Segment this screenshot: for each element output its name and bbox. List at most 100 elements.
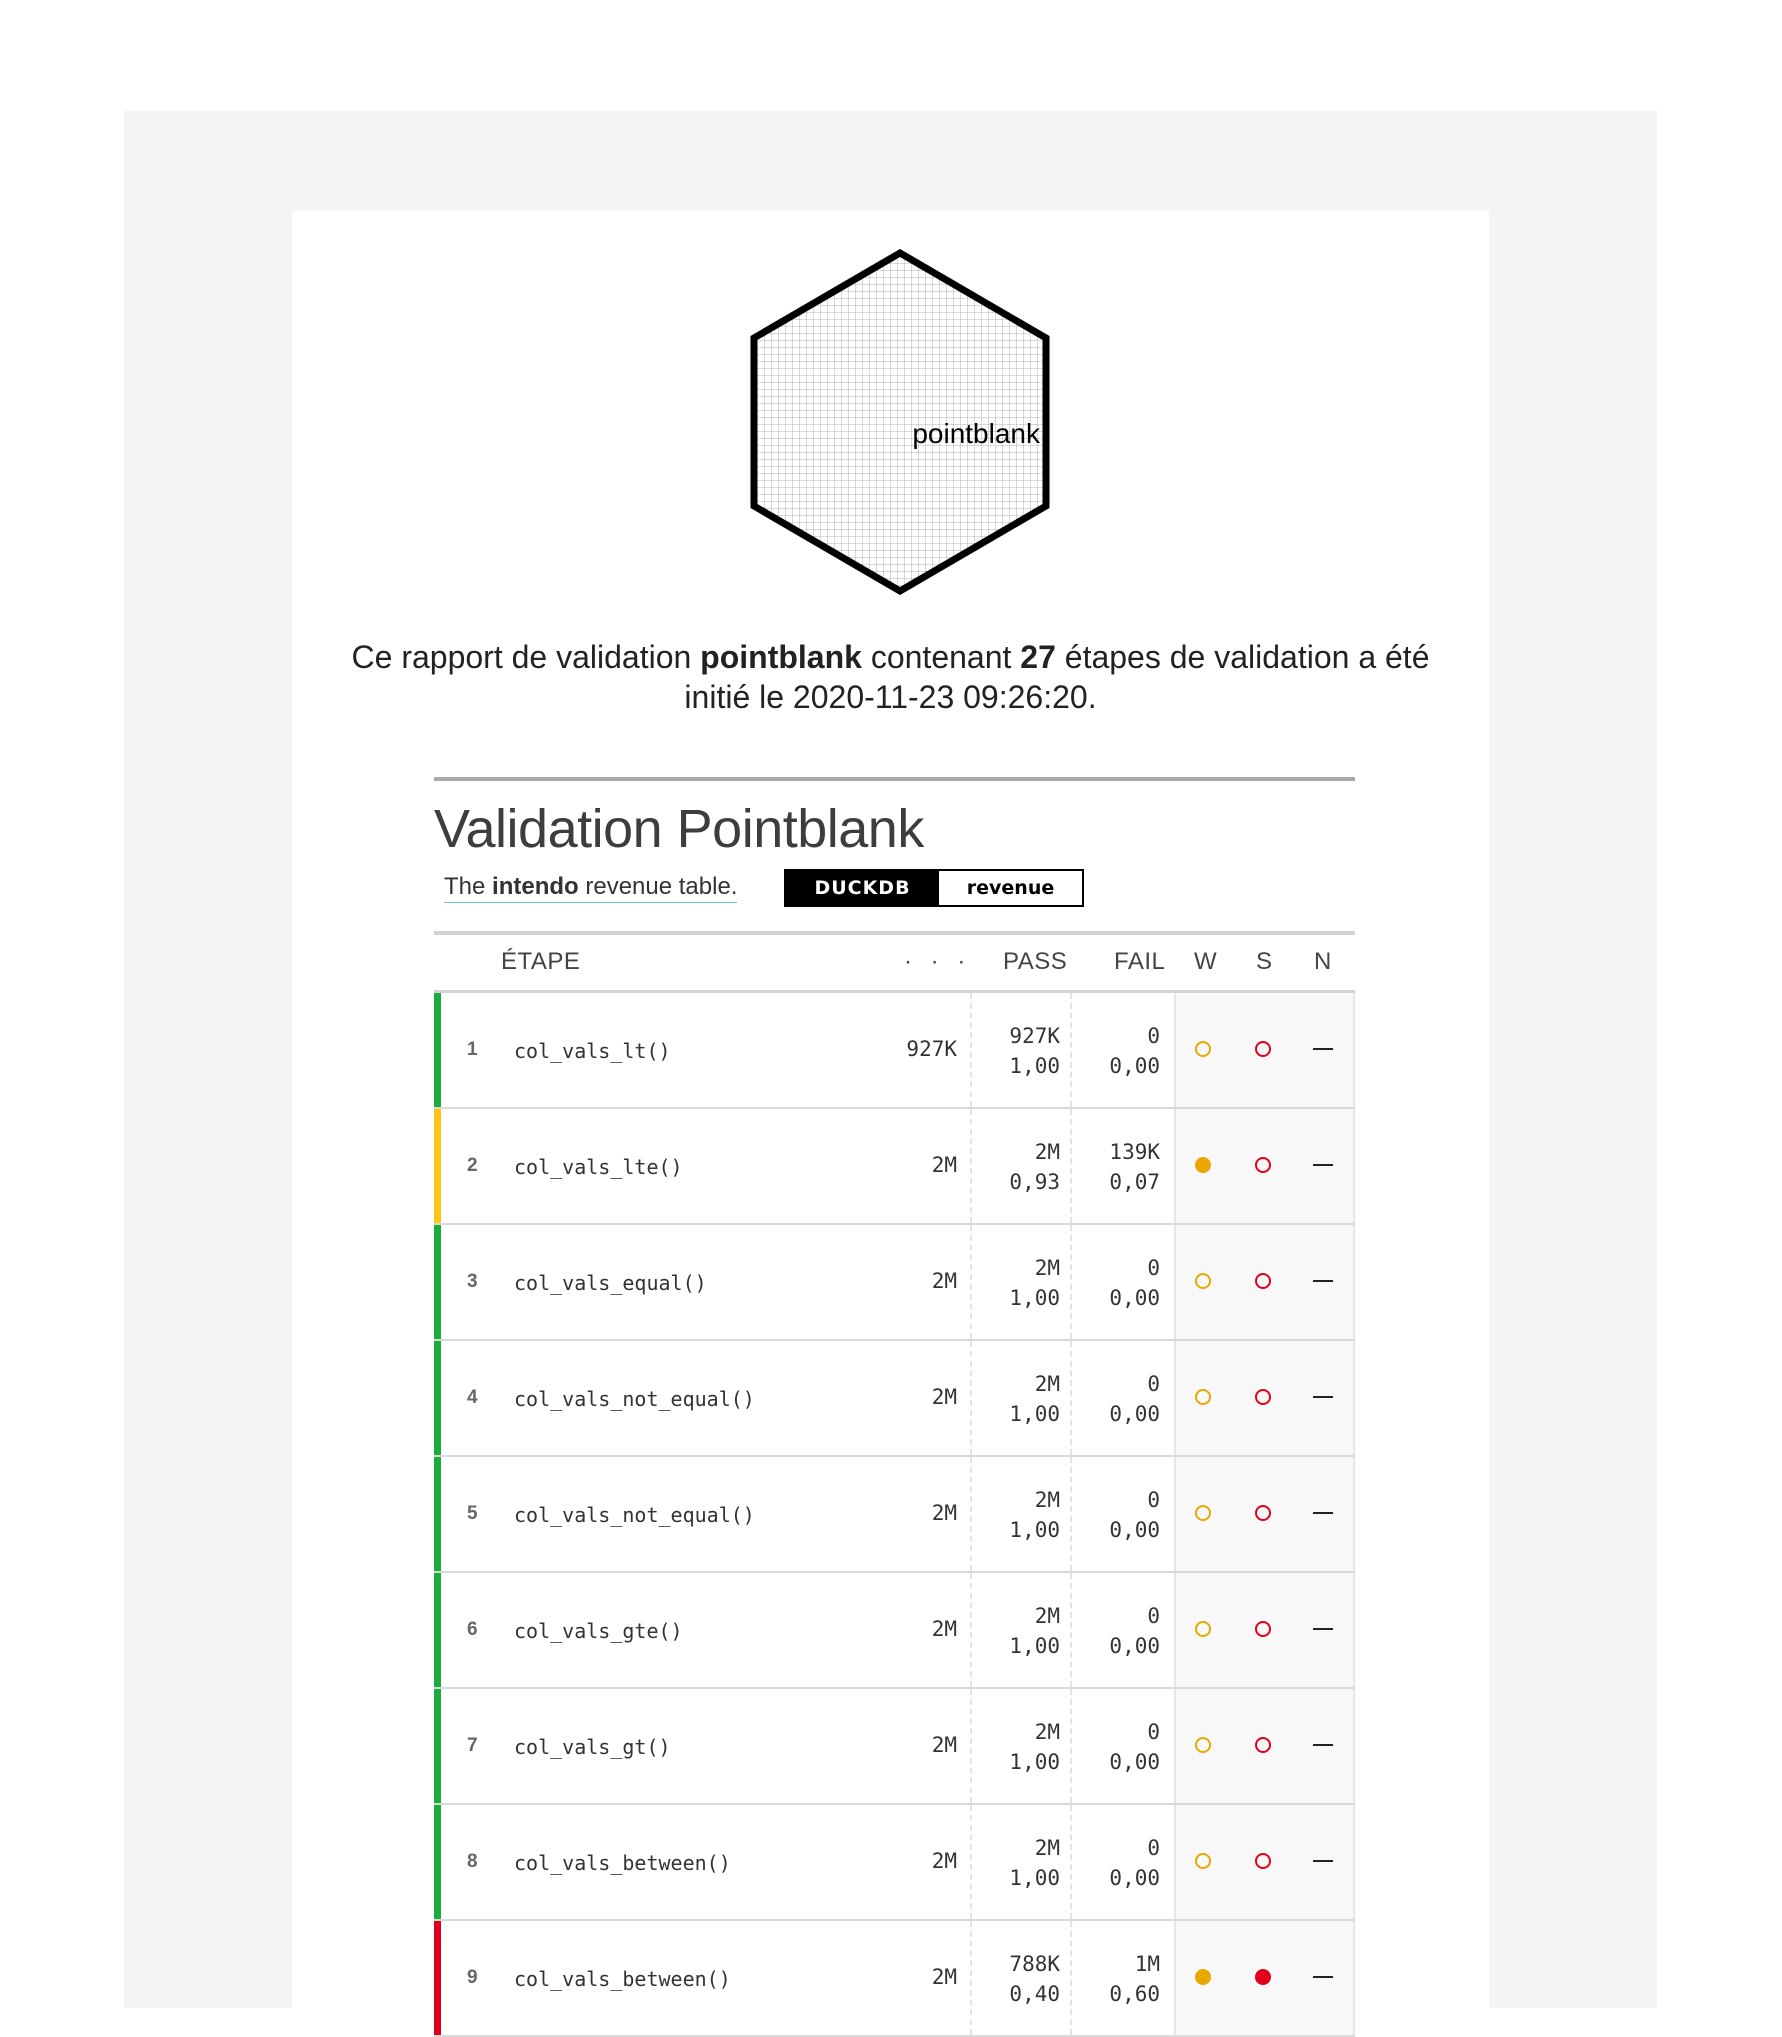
fail-cell: 0 0,00 xyxy=(1109,1601,1160,1661)
table-desc-name: intendo xyxy=(492,873,579,900)
notify-dash-icon xyxy=(1313,1164,1333,1166)
fail-cell: 139K 0,07 xyxy=(1109,1137,1160,1197)
intro-text: Ce rapport de validation pointblank cont… xyxy=(292,637,1489,717)
fail-fraction: 0,00 xyxy=(1109,1054,1160,1078)
pass-fraction: 1,00 xyxy=(1009,1750,1060,1774)
fail-cell: 0 0,00 xyxy=(1109,1021,1160,1081)
report-card: pointblank Ce rapport de validation poin… xyxy=(292,211,1489,2037)
fail-fraction: 0,07 xyxy=(1109,1170,1160,1194)
validation-report: Validation Pointblank The intendo revenu… xyxy=(434,777,1355,2037)
fail-cell: 0 0,00 xyxy=(1109,1253,1160,1313)
stop-circle-icon xyxy=(1255,1505,1271,1521)
step-number: 2 xyxy=(467,1155,478,1176)
step-number: 5 xyxy=(467,1503,478,1524)
units-count: 2M xyxy=(931,1849,957,1873)
action-levels-cell xyxy=(1174,1573,1355,1687)
status-stripe xyxy=(434,1457,441,1571)
top-rule xyxy=(434,777,1355,781)
step-function[interactable]: col_vals_gt() xyxy=(514,1735,671,1759)
fail-count: 139K xyxy=(1109,1140,1160,1164)
action-levels-cell xyxy=(1174,993,1355,1107)
status-stripe xyxy=(434,1805,441,1919)
step-function[interactable]: col_vals_not_equal() xyxy=(514,1387,755,1411)
header-s: S xyxy=(1256,948,1273,975)
intro-brand: pointblank xyxy=(700,639,862,675)
units-count: 2M xyxy=(931,1617,957,1641)
status-stripe xyxy=(434,1921,441,2035)
fail-count: 0 xyxy=(1147,1256,1160,1280)
step-number: 1 xyxy=(467,1039,478,1060)
table-name-badge: revenue xyxy=(939,871,1082,905)
logo-text: pointblank xyxy=(912,418,1041,449)
step-function[interactable]: col_vals_lte() xyxy=(514,1155,683,1179)
status-stripe xyxy=(434,1225,441,1339)
column-divider xyxy=(1070,993,1072,1107)
table-desc-pre: The xyxy=(444,873,493,900)
step-number: 7 xyxy=(467,1735,478,1756)
stop-circle-icon xyxy=(1255,1969,1271,1985)
units-count: 2M xyxy=(931,1501,957,1525)
fail-count: 0 xyxy=(1147,1488,1160,1512)
fail-fraction: 0,00 xyxy=(1109,1518,1160,1542)
notify-dash-icon xyxy=(1313,1628,1333,1630)
step-function[interactable]: col_vals_between() xyxy=(514,1851,731,1875)
page-background: pointblank Ce rapport de validation poin… xyxy=(124,111,1657,2037)
step-function[interactable]: col_vals_lt() xyxy=(514,1039,671,1063)
warn-circle-icon xyxy=(1195,1969,1211,1985)
step-number: 6 xyxy=(467,1619,478,1640)
stop-circle-icon xyxy=(1255,1157,1271,1173)
pass-cell: 2M 1,00 xyxy=(1009,1253,1060,1313)
step-function[interactable]: col_vals_between() xyxy=(514,1967,731,1991)
units-count: 927K xyxy=(906,1037,957,1061)
table-header: ÉTAPE · · · PASS FAIL W S N xyxy=(434,935,1355,993)
pass-cell: 2M 1,00 xyxy=(1009,1369,1060,1429)
fail-count: 0 xyxy=(1147,1720,1160,1744)
report-subtitle: The intendo revenue table. DUCKDB revenu… xyxy=(434,869,1355,909)
fail-cell: 0 0,00 xyxy=(1109,1369,1160,1429)
action-levels-cell xyxy=(1174,1805,1355,1919)
table-row[interactable]: 1 col_vals_lt() 927K 927K 1,00 0 0,00 xyxy=(434,993,1355,1109)
table-row[interactable]: 8 col_vals_between() 2M 2M 1,00 0 0,00 xyxy=(434,1805,1355,1921)
notify-dash-icon xyxy=(1313,1512,1333,1514)
pass-count: 927K xyxy=(1009,1024,1060,1048)
fail-cell: 0 0,00 xyxy=(1109,1833,1160,1893)
intro-post: étapes de validation a été xyxy=(1055,639,1430,675)
step-number: 9 xyxy=(467,1967,478,1988)
fail-fraction: 0,00 xyxy=(1109,1866,1160,1890)
step-number: 4 xyxy=(467,1387,478,1408)
column-divider xyxy=(1070,1109,1072,1223)
table-row[interactable]: 7 col_vals_gt() 2M 2M 1,00 0 0,00 xyxy=(434,1689,1355,1805)
step-function[interactable]: col_vals_equal() xyxy=(514,1271,707,1295)
notify-dash-icon xyxy=(1313,1280,1333,1282)
table-row[interactable]: 2 col_vals_lte() 2M 2M 0,93 139K 0,07 xyxy=(434,1109,1355,1225)
notify-dash-icon xyxy=(1313,1976,1333,1978)
engine-badge: DUCKDB xyxy=(786,871,939,905)
fail-cell: 0 0,00 xyxy=(1109,1485,1160,1545)
column-divider xyxy=(970,993,972,1107)
table-description[interactable]: The intendo revenue table. xyxy=(444,873,738,903)
fail-count: 0 xyxy=(1147,1024,1160,1048)
step-function[interactable]: col_vals_gte() xyxy=(514,1619,683,1643)
warn-circle-icon xyxy=(1195,1621,1211,1637)
warn-circle-icon xyxy=(1195,1505,1211,1521)
table-row[interactable]: 5 col_vals_not_equal() 2M 2M 1,00 0 0,00 xyxy=(434,1457,1355,1573)
step-function[interactable]: col_vals_not_equal() xyxy=(514,1503,755,1527)
table-row[interactable]: 4 col_vals_not_equal() 2M 2M 1,00 0 0,00 xyxy=(434,1341,1355,1457)
pass-cell: 2M 1,00 xyxy=(1009,1717,1060,1777)
stop-circle-icon xyxy=(1255,1273,1271,1289)
pass-fraction: 1,00 xyxy=(1009,1634,1060,1658)
intro-mid: contenant xyxy=(861,639,1021,675)
table-badge: DUCKDB revenue xyxy=(784,869,1084,907)
table-row[interactable]: 9 col_vals_between() 2M 788K 0,40 1M 0,6… xyxy=(434,1921,1355,2037)
pass-cell: 927K 1,00 xyxy=(1009,1021,1060,1081)
status-stripe xyxy=(434,1341,441,1455)
column-divider xyxy=(1070,1341,1072,1455)
table-row[interactable]: 6 col_vals_gte() 2M 2M 1,00 0 0,00 xyxy=(434,1573,1355,1689)
stop-circle-icon xyxy=(1255,1041,1271,1057)
units-count: 2M xyxy=(931,1269,957,1293)
column-divider xyxy=(970,1805,972,1919)
table-row[interactable]: 3 col_vals_equal() 2M 2M 1,00 0 0,00 xyxy=(434,1225,1355,1341)
pass-cell: 2M 1,00 xyxy=(1009,1485,1060,1545)
pass-count: 2M xyxy=(1034,1140,1060,1164)
fail-count: 0 xyxy=(1147,1372,1160,1396)
